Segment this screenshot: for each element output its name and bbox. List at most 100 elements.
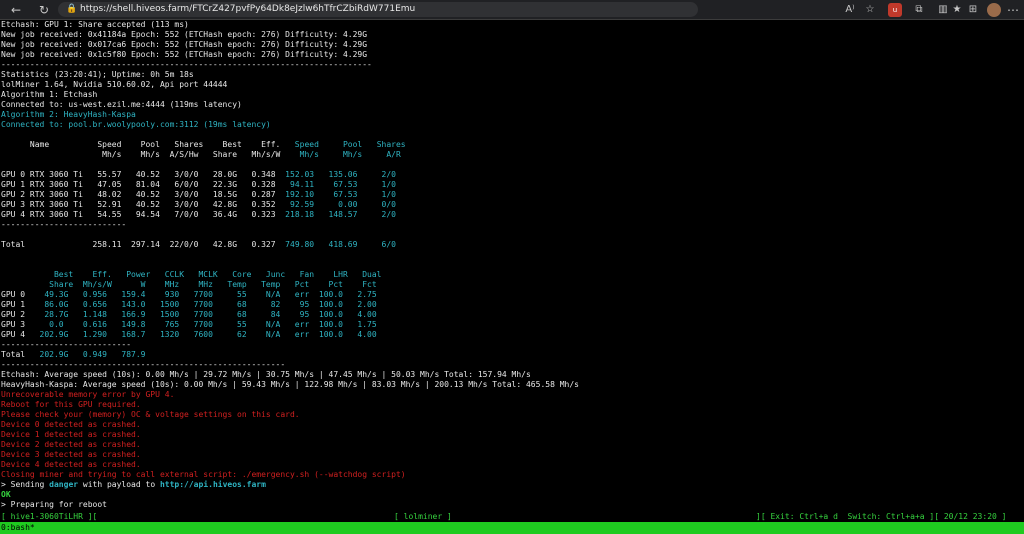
tmux-window-title: [ lolminer ] [394, 512, 452, 521]
tmux-window-tab[interactable]: 0:bash* [1, 522, 35, 534]
terminal-line: Etchash: Average speed (10s): 0.00 Mh/s … [1, 370, 531, 380]
terminal-text: Device 3 detected as crashed. [1, 450, 141, 459]
terminal-line: New job received: 0x41184a Epoch: 552 (E… [1, 30, 367, 40]
terminal-line: New job received: 0x1c5f80 Epoch: 552 (E… [1, 50, 367, 60]
terminal-text: with payload to [78, 480, 160, 489]
terminal-line: GPU 2 RTX 3060 Ti 48.02 40.52 3/0/0 18.5… [1, 190, 396, 200]
terminal-line: OK [1, 490, 11, 500]
terminal-text: Mh/s Mh/s A/R [280, 150, 401, 159]
terminal-line: Device 3 detected as crashed. [1, 450, 141, 460]
terminal-line: GPU 2 28.7G 1.148 166.9 1500 7700 68 84 … [1, 310, 377, 320]
terminal-line: Please check your (memory) OC & voltage … [1, 410, 300, 420]
terminal-text: Reboot for this GPU required. [1, 400, 141, 409]
terminal-text: Total [1, 350, 30, 359]
terminal-line: Name Speed Pool Shares Best Eff. Speed P… [1, 140, 406, 150]
tmux-session-name: [ hive1-3060TiLHR ][ [1, 512, 98, 521]
terminal-text: 92.59 0.00 0/0 [275, 200, 396, 209]
terminal-line: HeavyHash-Kaspa: Average speed (10s): 0.… [1, 380, 579, 390]
terminal-text: danger [49, 480, 79, 489]
favorites-icon[interactable]: ★ [950, 3, 964, 17]
terminal-text: > Preparing for reboot [1, 500, 107, 509]
terminal-line: -------------------------- [1, 220, 126, 230]
terminal-line: GPU 3 0.0 0.616 149.8 765 7700 55 N/A er… [1, 320, 377, 330]
terminal-line: Reboot for this GPU required. [1, 400, 141, 410]
terminal-text: 0.0 0.616 149.8 765 7700 55 N/A err 100.… [29, 320, 377, 329]
split-screen-icon[interactable]: ▥ [936, 3, 950, 17]
browser-toolbar: ← ↻ 🔒 https://shell.hiveos.farm/FTCrZ427… [0, 0, 1024, 20]
back-arrow-icon[interactable]: ← [8, 2, 24, 18]
terminal-text: Device 0 detected as crashed. [1, 420, 141, 429]
terminal-line: Connected to: us-west.ezil.me:4444 (119m… [1, 100, 242, 110]
terminal-line: lolMiner 1.64, Nvidia 510.60.02, Api por… [1, 80, 227, 90]
terminal-line: GPU 4 RTX 3060 Ti 54.55 94.54 7/0/0 36.4… [1, 210, 396, 220]
terminal-text: Statistics (23:20:41); Uptime: 0h 5m 18s [1, 70, 194, 79]
terminal-text: 28.7G 1.148 166.9 1500 7700 68 84 95 100… [29, 310, 377, 319]
terminal-line: Etchash: GPU 1: Share accepted (113 ms) [1, 20, 189, 30]
terminal-text: Etchash: GPU 1: Share accepted (113 ms) [1, 20, 189, 29]
favorite-star-icon[interactable]: ☆ [863, 3, 877, 17]
url-text[interactable]: https://shell.hiveos.farm/FTCrZ427pvfPy6… [80, 3, 415, 16]
terminal-text: > Sending [1, 480, 50, 489]
tmux-window-bar: 0:bash* [0, 522, 1024, 534]
terminal-text: GPU 2 RTX 3060 Ti 48.02 40.52 3/0/0 18.5… [1, 190, 276, 199]
terminal-text: 202.9G 1.290 168.7 1320 7600 62 N/A err … [29, 330, 377, 339]
terminal-text: New job received: 0x41184a Epoch: 552 (E… [1, 30, 368, 39]
terminal-text: GPU 4 RTX 3060 Ti 54.55 94.54 7/0/0 36.4… [1, 210, 276, 219]
terminal-text: 192.10 67.53 1/0 [275, 190, 396, 199]
terminal-text: 749.80 418.69 6/0 [275, 240, 396, 249]
terminal-text: Device 1 detected as crashed. [1, 430, 141, 439]
read-aloud-icon[interactable]: A⁾ [843, 3, 857, 17]
terminal-text: GPU 0 RTX 3060 Ti 55.57 40.52 3/0/0 28.0… [1, 170, 276, 179]
terminal-text: lolMiner 1.64, Nvidia 510.60.02, Api por… [1, 80, 228, 89]
terminal-text: GPU 1 [1, 300, 30, 309]
terminal-text: GPU 0 [1, 290, 30, 299]
reload-icon[interactable]: ↻ [36, 2, 52, 18]
terminal-line: GPU 0 RTX 3060 Ti 55.57 40.52 3/0/0 28.0… [1, 170, 396, 180]
terminal-line: Share Mh/s/W W MHz MHz Temp Temp Pct Pct… [1, 280, 377, 290]
terminal-text: Etchash: Average speed (10s): 0.00 Mh/s … [1, 370, 531, 379]
terminal-text: Share Mh/s/W W MHz MHz Temp Temp Pct Pct… [1, 280, 377, 289]
terminal-text: Device 4 detected as crashed. [1, 460, 141, 469]
address-bar[interactable]: 🔒 https://shell.hiveos.farm/FTCrZ427pvfP… [58, 2, 698, 17]
terminal-text: 86.0G 0.656 143.0 1500 7700 68 82 95 100… [29, 300, 377, 309]
terminal-output[interactable]: Etchash: GPU 1: Share accepted (113 ms) N… [0, 20, 1024, 519]
terminal-text: 202.9G 0.949 787.9 [29, 350, 146, 359]
terminal-text: HeavyHash-Kaspa: Average speed (10s): 0.… [1, 380, 579, 389]
collections-icon[interactable]: ⊞ [966, 3, 980, 17]
terminal-text: --------------------------- [1, 340, 132, 349]
terminal-text: Best Eff. Power CCLK MCLK Core Junc Fan … [1, 270, 382, 279]
profile-avatar[interactable] [987, 3, 1001, 17]
terminal-line: Total 258.11 297.14 22/0/0 42.8G 0.327 7… [1, 240, 396, 250]
terminal-line: GPU 1 RTX 3060 Ti 47.05 81.04 6/0/0 22.3… [1, 180, 396, 190]
terminal-text: 152.03 135.06 2/0 [275, 170, 396, 179]
extensions-icon[interactable]: ⧉ [912, 3, 926, 17]
tmux-status-bar: [ hive1-3060TiLHR ][ [ lolminer ] ][ Exi… [0, 511, 1024, 522]
terminal-line: Device 2 detected as crashed. [1, 440, 141, 450]
terminal-text: OK [1, 490, 11, 499]
terminal-line: Algorithm 2: HeavyHash-Kaspa [1, 110, 136, 120]
terminal-text: -------------------------- [1, 220, 127, 229]
terminal-text: GPU 3 RTX 3060 Ti 52.91 40.52 3/0/0 42.8… [1, 200, 276, 209]
terminal-line: Best Eff. Power CCLK MCLK Core Junc Fan … [1, 270, 382, 280]
terminal-line: Device 0 detected as crashed. [1, 420, 141, 430]
terminal-line: ----------------------------------------… [1, 360, 285, 370]
terminal-text: Device 2 detected as crashed. [1, 440, 141, 449]
terminal-text: GPU 3 [1, 320, 30, 329]
more-options-icon[interactable]: ⋯ [1006, 3, 1020, 17]
terminal-line: New job received: 0x017ca6 Epoch: 552 (E… [1, 40, 367, 50]
terminal-text: 218.18 148.57 2/0 [275, 210, 396, 219]
terminal-text: Closing miner and trying to call externa… [1, 470, 406, 479]
terminal-line: GPU 1 86.0G 0.656 143.0 1500 7700 68 82 … [1, 300, 377, 310]
terminal-line: Algorithm 1: Etchash [1, 90, 97, 100]
terminal-text: 94.11 67.53 1/0 [275, 180, 396, 189]
terminal-text: Mh/s Mh/s A/S/Hw Share Mh/s/W [1, 150, 281, 159]
extension-red-icon[interactable]: u [888, 3, 902, 17]
terminal-line: Statistics (23:20:41); Uptime: 0h 5m 18s [1, 70, 194, 80]
tmux-help-and-clock: ][ Exit: Ctrl+a d Switch: Ctrl+a+a ][ 20… [756, 512, 1007, 521]
terminal-line: Unrecoverable memory error by GPU 4. [1, 390, 174, 400]
terminal-line: Connected to: pool.br.woolypooly.com:311… [1, 120, 271, 130]
terminal-text: ----------------------------------------… [1, 360, 286, 369]
terminal-text: Speed Pool Shares [280, 140, 406, 149]
terminal-text: GPU 1 RTX 3060 Ti 47.05 81.04 6/0/0 22.3… [1, 180, 276, 189]
terminal-line: ----------------------------------------… [1, 60, 372, 70]
